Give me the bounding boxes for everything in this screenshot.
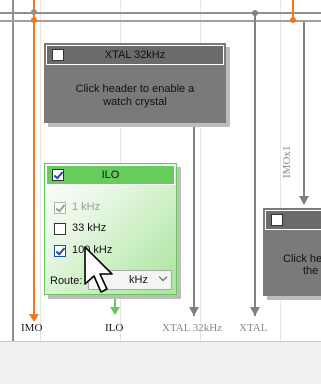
grid-line — [40, 0, 41, 341]
imo-arrow — [29, 314, 39, 322]
ilo-1khz-checkbox[interactable] — [54, 202, 66, 214]
partial-panel-header[interactable] — [265, 210, 321, 230]
xtal32-panel-message: Click header to enable a watch crystal — [75, 83, 195, 108]
frame-top-line — [0, 12, 321, 14]
junction-dot — [31, 17, 37, 23]
xtal32-panel: XTAL 32kHz Click header to enable a watc… — [44, 43, 226, 123]
ilo-panel-header[interactable]: ILO — [46, 165, 175, 185]
xtal-wire — [254, 12, 256, 316]
partial-panel-checkbox[interactable] — [271, 214, 283, 226]
xtal32-panel-header[interactable]: XTAL 32kHz — [46, 45, 224, 65]
xtal32-signal-label: XTAL 32kHz — [162, 322, 223, 334]
xtal32-panel-title: XTAL 32kHz — [104, 49, 166, 61]
imox1-arrow — [299, 196, 309, 205]
partial-panel: Click he the — [263, 208, 321, 296]
ilo-33khz-checkbox[interactable] — [54, 223, 66, 235]
ilo-signal-label: ILO — [105, 322, 124, 334]
chevron-down-icon — [158, 272, 168, 282]
xtal-arrow — [250, 307, 260, 316]
mouse-cursor-icon — [84, 246, 113, 293]
junction-dot — [252, 10, 258, 16]
frame-top-line-2 — [0, 20, 321, 22]
partial-panel-message-1: Click he — [283, 253, 321, 265]
xtal32-wire — [193, 126, 195, 316]
ilo-arrow — [110, 307, 120, 315]
ilo-1khz-label: 1 kHz — [72, 201, 101, 213]
junction-dot — [31, 9, 37, 15]
imox1-signal-label: IMOx1 — [281, 145, 293, 178]
ilo-100khz-checkbox[interactable] — [54, 245, 66, 257]
junction-dot — [290, 17, 296, 23]
ilo-33khz-label: 33 kHz — [72, 222, 107, 234]
ilo-route-value: kHz — [129, 274, 148, 286]
ilo-route-label: Route: — [50, 275, 83, 287]
xtal32-arrow — [189, 307, 199, 316]
imo-wire — [33, 0, 35, 318]
imox1-wire — [303, 22, 305, 200]
clock-diagram-canvas: XTAL 32kHz Click header to enable a watc… — [0, 0, 321, 342]
frame-left-line — [12, 0, 14, 341]
xtal-signal-label: XTAL — [239, 322, 268, 334]
ilo-panel-title: ILO — [101, 169, 120, 181]
imo-signal-label: IMO — [21, 322, 43, 334]
partial-panel-message-2: the — [303, 265, 319, 277]
